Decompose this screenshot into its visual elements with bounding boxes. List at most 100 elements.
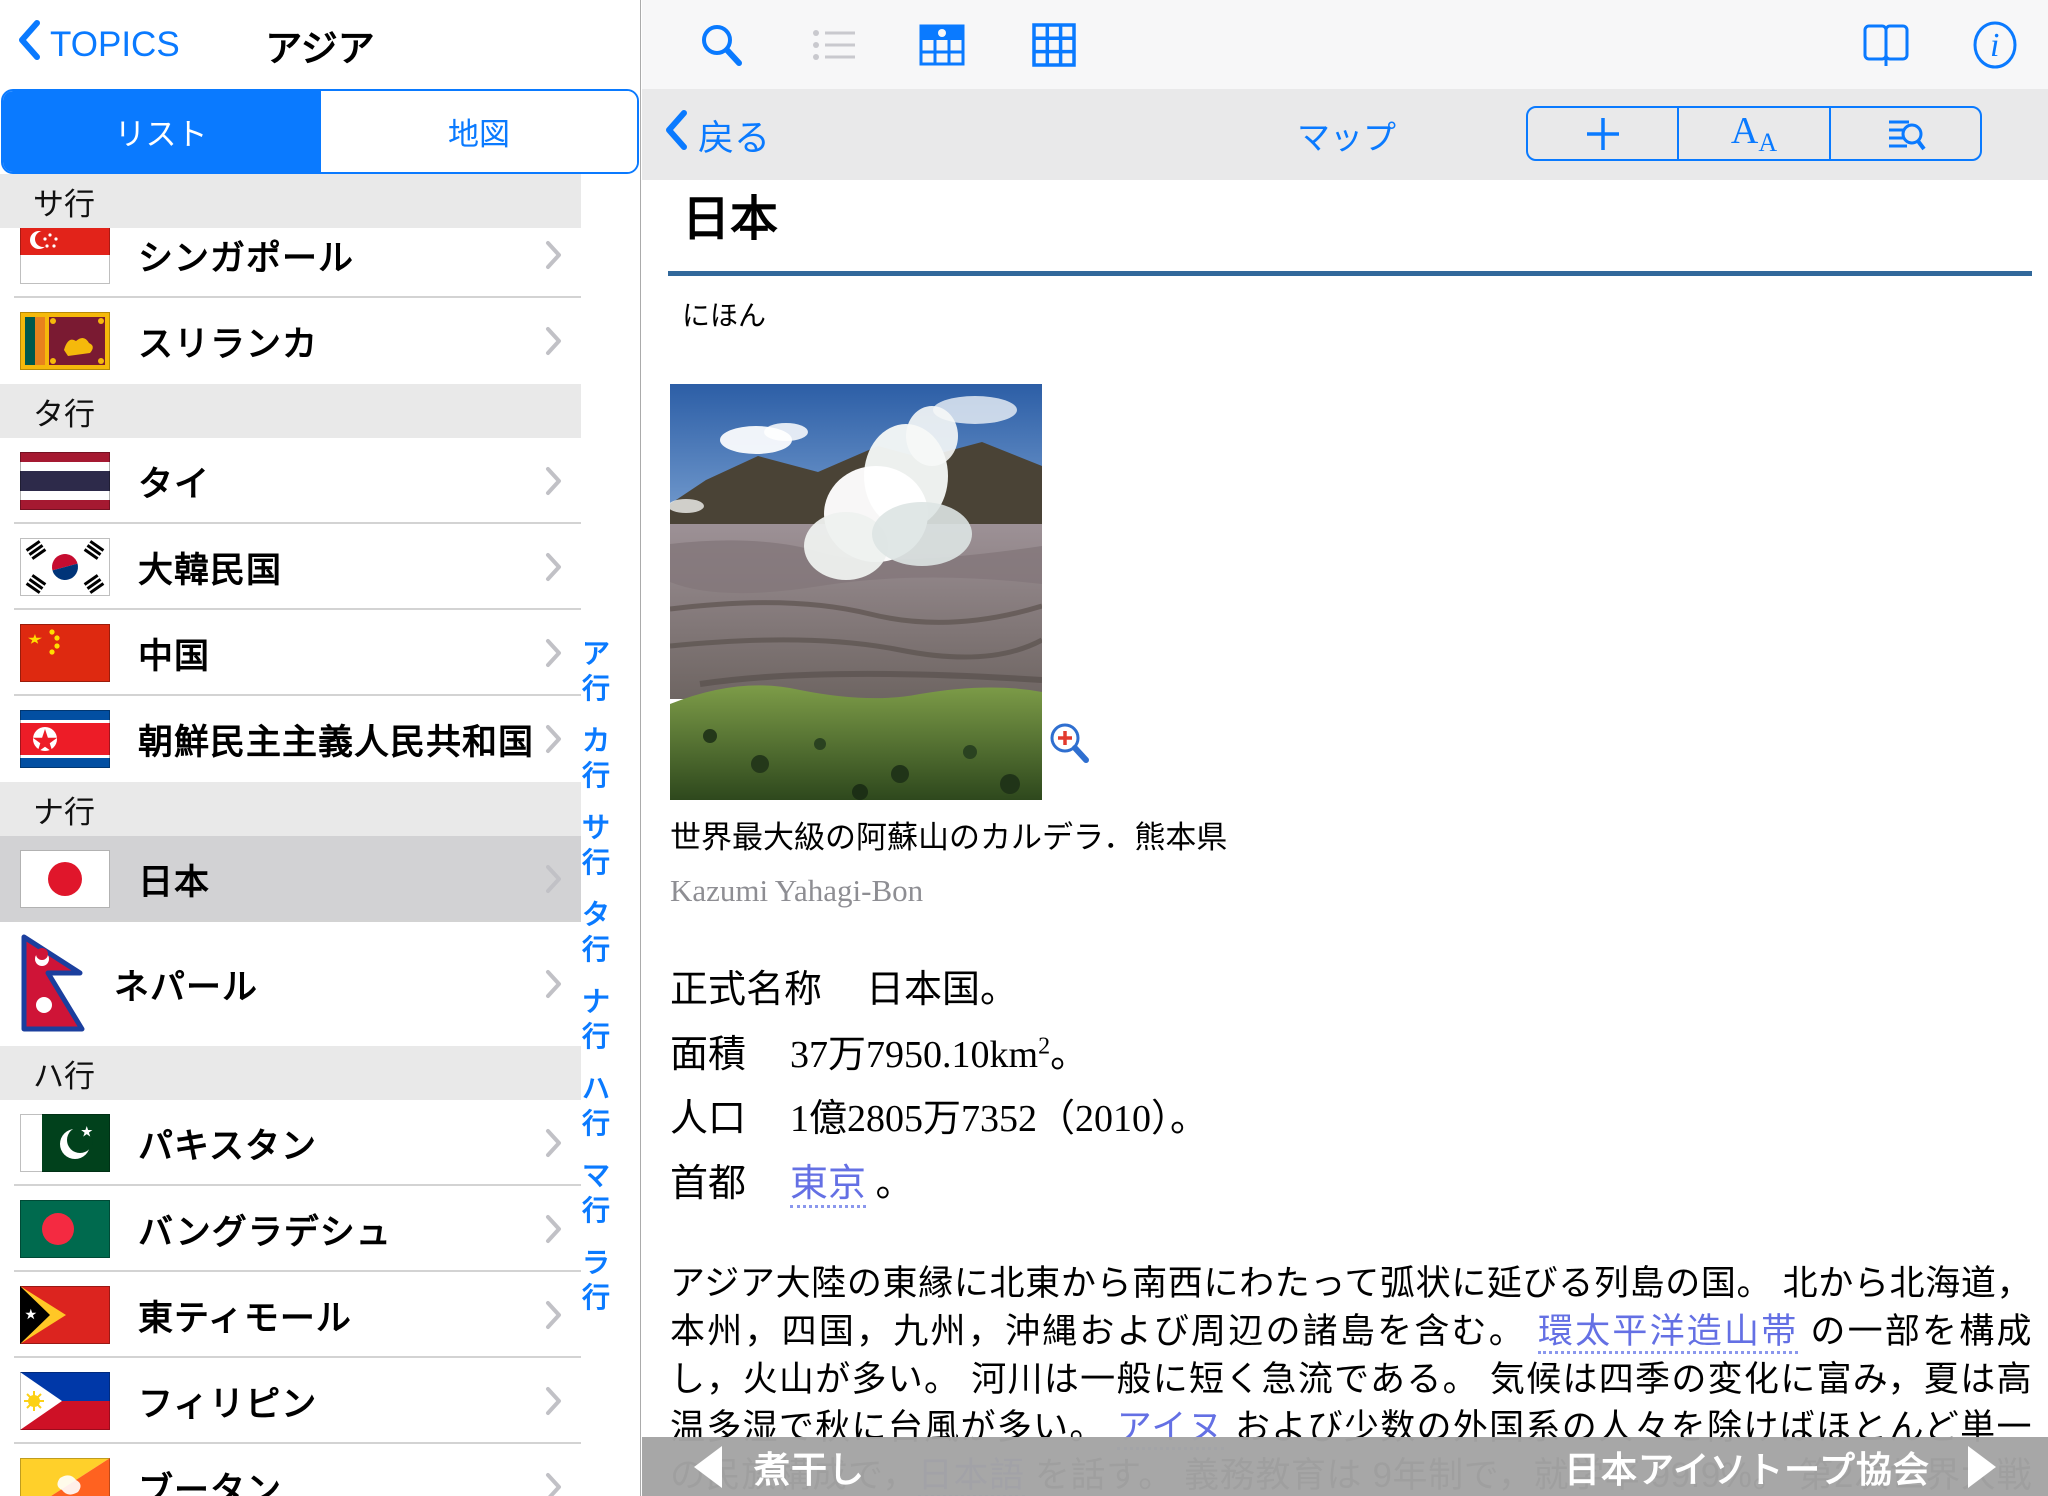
topics-back-button[interactable]: TOPICS [16,0,180,89]
chevron-left-icon [664,109,688,160]
calendar-grid-icon [918,21,966,69]
flag-north-korea [20,710,110,768]
country-label: 日本 [138,854,210,905]
country-label: 大韓民国 [138,542,282,593]
svg-text:i: i [1990,27,1999,64]
book-view-button[interactable] [1860,0,1912,89]
flag-nepal [20,933,86,1035]
index-item[interactable]: ア行 [582,636,634,706]
section-header: タ行 [0,384,581,438]
flag-bangladesh [20,1200,110,1258]
fact-term: 面積 [670,1034,746,1076]
text-segment: 日本国。 [866,969,1018,1011]
tab-map[interactable]: 地図 [319,91,637,172]
country-label: ネパール [114,959,258,1010]
tab-list[interactable]: リスト [3,91,319,172]
chevron-right-icon [545,1213,563,1245]
text-segment: 。 [866,1163,914,1205]
grid-view-icon [1030,21,1078,69]
previous-entry-button[interactable]: 煮干し [754,1437,865,1496]
country-label: 朝鮮民主主義人民共和国 [138,714,534,765]
info-button[interactable]: i [1970,0,2020,89]
chevron-right-icon [545,465,563,497]
fact-value: 東京 。 [790,1163,914,1208]
photo-zoom-button[interactable] [1046,720,1092,766]
fact-row: 面積 37万7950.10km2。 [670,1031,2032,1079]
country-label: スリランカ [138,316,318,367]
country-row-philippines[interactable]: フィリピン [0,1358,581,1444]
country-row-bhutan[interactable]: ブータン [0,1444,581,1496]
article-link[interactable]: 東京 [790,1163,866,1208]
fact-term: 正式名称 [670,969,822,1011]
index-item[interactable]: カ行 [582,723,634,793]
country-label: パキスタン [138,1118,317,1169]
section-index-bar: ア行カ行サ行タ行ナ行ハ行マ行ラ行 [582,636,634,1315]
add-bookmark-button[interactable] [1528,108,1677,159]
chevron-right-icon [545,1299,563,1331]
photo-credit: Kazumi Yahagi-Bon [668,873,2032,909]
country-label: バングラデシュ [138,1204,392,1255]
country-row-sri-lanka[interactable]: スリランカ [0,298,581,384]
topics-back-label: TOPICS [50,25,180,65]
search-icon [698,22,744,68]
sidebar: TOPICS アジア リスト 地図 サ行シンガポールスリランカタ行タイ大韓民国中… [0,0,641,1496]
previous-entry-arrow-icon[interactable] [694,1446,722,1488]
country-label: フィリピン [138,1376,317,1427]
chevron-left-icon [16,18,42,71]
list-view-button[interactable] [810,0,858,89]
document-search-icon [1883,112,1927,156]
next-entry-button[interactable]: 日本アイソトープ協会 [1564,1437,1930,1496]
app-window: TOPICS アジア リスト 地図 サ行シンガポールスリランカタ行タイ大韓民国中… [0,0,2048,1496]
country-row-bangladesh[interactable]: バングラデシュ [0,1186,581,1272]
fact-term: 人口 [670,1098,746,1140]
country-label: 中国 [138,628,210,679]
country-row-east-timor[interactable]: 東ティモール [0,1272,581,1358]
flag-philippines [20,1372,110,1430]
country-row-thailand[interactable]: タイ [0,438,581,524]
index-item[interactable]: サ行 [582,810,634,880]
list-view-icon [810,22,858,68]
list-map-tab-control: リスト 地図 [1,89,639,174]
fact-term: 首都 [670,1163,746,1205]
next-entry-arrow-icon[interactable] [1968,1446,1996,1488]
superscript: 2 [1038,1033,1050,1059]
flag-thailand [20,452,110,510]
country-label: ブータン [138,1462,282,1496]
plus-icon [1583,114,1623,154]
country-label: 東ティモール [138,1290,352,1341]
fact-value: 37万7950.10km2。 [790,1034,1088,1076]
font-size-button[interactable]: AA [1677,108,1828,159]
country-row-nepal[interactable]: ネパール [0,922,581,1046]
index-item[interactable]: ラ行 [582,1245,634,1315]
volcano-photo[interactable] [670,384,1042,800]
sidebar-header: TOPICS アジア [0,0,640,89]
calendar-grid-view-button[interactable] [918,0,966,89]
country-row-china[interactable]: 中国 [0,610,581,696]
section-header: サ行 [0,174,581,228]
article-link[interactable]: 環太平洋造山帯 [1538,1312,1799,1354]
flag-south-korea [20,538,110,596]
country-label: シンガポール [138,230,354,281]
article-panel: i 戻る マップ AA [642,0,2048,1496]
article-back-button[interactable]: 戻る [664,89,770,180]
map-button[interactable]: マップ [1297,89,1396,180]
section-header: ナ行 [0,782,581,836]
photo-caption: 世界最大級の阿蘇山のカルデラ．熊本県 [668,812,2032,857]
country-row-pakistan[interactable]: パキスタン [0,1100,581,1186]
flag-singapore [20,226,110,284]
country-row-north-korea[interactable]: 朝鮮民主主義人民共和国 [0,696,581,782]
font-size-icon: AA [1731,112,1777,156]
index-item[interactable]: マ行 [582,1158,634,1228]
title-rule [668,271,2032,276]
index-item[interactable]: ナ行 [582,984,634,1054]
index-item[interactable]: タ行 [582,897,634,967]
grid-view-button[interactable] [1030,0,1078,89]
country-row-japan[interactable]: 日本 [0,836,581,922]
index-item[interactable]: ハ行 [582,1071,634,1141]
chevron-right-icon [545,1127,563,1159]
search-in-document-button[interactable] [1829,108,1980,159]
chevron-right-icon [545,239,563,271]
entry-navigation-bar: 煮干し 日本アイソトープ協会 [642,1437,2048,1496]
country-row-south-korea[interactable]: 大韓民国 [0,524,581,610]
search-button[interactable] [698,0,744,89]
